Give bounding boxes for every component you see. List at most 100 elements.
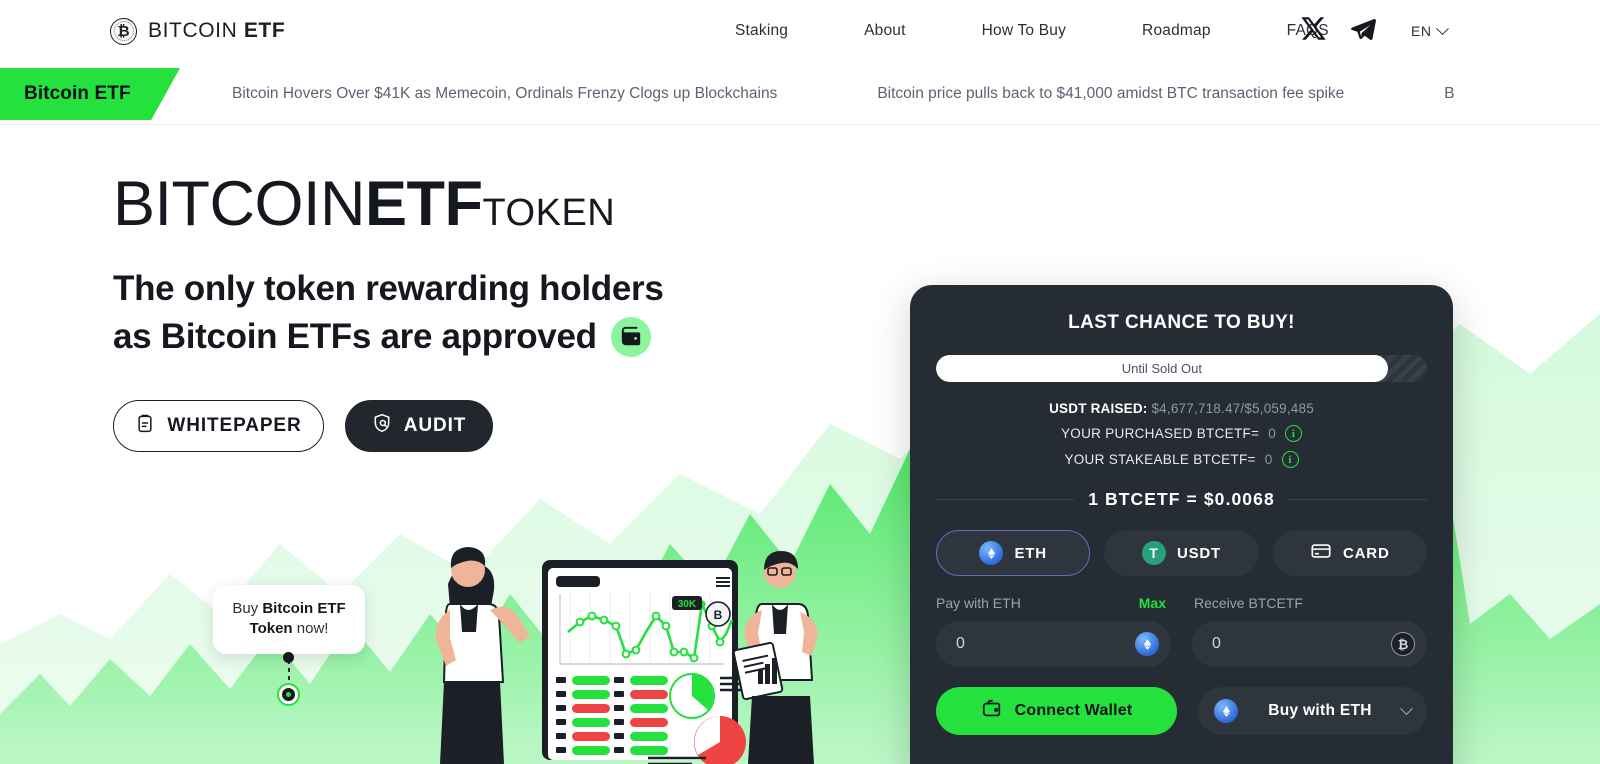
ticker-item[interactable]: Bitcoin price pulls back to $41,000 amid… [877,85,1344,103]
ticker-item-list: Bitcoin Hovers Over $41K as Memecoin, Or… [232,62,1555,124]
receive-amount-field[interactable]: ₿ [1192,621,1427,667]
token-price-value: 1 BTCETF = $0.0068 [1088,489,1275,509]
hero-copy: BITCOINETFTOKEN The only token rewarding… [113,173,664,452]
widget-actions-row: Connect Wallet Buy with ETH [936,687,1427,735]
tab-eth[interactable]: ETH [936,530,1091,576]
language-selector[interactable]: EN [1411,21,1450,39]
chart-peak-label: 30K [678,599,697,610]
header-right-group: EN [1300,15,1450,48]
title-bitcoin: BITCOIN [113,169,366,239]
tooltip-pre: Buy [232,600,263,617]
connect-wallet-label: Connect Wallet [1014,702,1133,719]
hero-illustration: 30K B [435,547,818,764]
nav-item-roadmap[interactable]: Roadmap [1142,22,1211,40]
page-title: BITCOINETFTOKEN [113,173,664,236]
usdt-raised-row: USDT RAISED: $4,677,718.47/$5,059,485 [936,401,1427,416]
logo[interactable]: ₿ BITCOIN ETF [110,17,285,45]
field-labels-row: Pay with ETH Max Receive BTCETF [936,595,1427,611]
connect-wallet-button[interactable]: Connect Wallet [936,687,1177,735]
payment-method-tabs: ETH T USDT CARD [936,530,1427,576]
language-label: EN [1411,23,1432,39]
usdt-coin-icon: T [1141,541,1166,565]
audit-button[interactable]: AUDIT [345,399,493,452]
tab-card-label: CARD [1343,544,1390,562]
sale-progress-bar: Until Sold Out [936,355,1427,382]
divider-left [936,499,1075,500]
bitcoin-glyph: ₿ [117,22,130,40]
logo-text-bitcoin: BITCOIN [148,19,238,42]
stakeable-btcetf-value: 0 [1264,452,1273,467]
shield-search-icon [372,413,392,439]
purchased-btcetf-label: YOUR PURCHASED BTCETF= [1060,426,1260,441]
chart-marker-dot [279,685,298,704]
nav-item-how-to-buy[interactable]: How To Buy [982,22,1066,40]
svg-text:B: B [714,608,723,622]
title-etf: ETF [365,169,483,239]
nav-item-staking[interactable]: Staking [735,22,788,40]
stakeable-btcetf-label: YOUR STAKEABLE BTCETF= [1064,452,1256,467]
eth-coin-icon [1135,632,1159,656]
amount-fields-row: ₿ [936,621,1427,667]
sale-progress-fill: Until Sold Out [936,355,1388,382]
tab-usdt[interactable]: T USDT [1104,530,1259,576]
ticker-item[interactable]: B [1444,85,1454,103]
chevron-down-icon [1436,21,1450,35]
tab-eth-label: ETH [1014,544,1047,562]
hero-subtitle-line2: as Bitcoin ETFs are approved [113,317,597,357]
sale-progress-label: Until Sold Out [1121,361,1202,376]
buy-token-tooltip: Buy Bitcoin ETF Token now! [213,585,365,654]
token-price-row: 1 BTCETF = $0.0068 [936,489,1427,510]
pay-field-label: Pay with ETH [936,595,1021,611]
news-ticker-bar: Bitcoin ETF Bitcoin Hovers Over $41K as … [0,62,1600,125]
info-icon[interactable]: i [1281,451,1299,468]
audit-button-label: AUDIT [403,414,467,436]
btcetf-coin-icon: ₿ [1391,632,1415,656]
divider-right [1288,499,1427,500]
chevron-down-icon [1400,701,1413,715]
nav-item-about[interactable]: About [864,22,906,40]
purchased-btcetf-row: YOUR PURCHASED BTCETF= 0 i [936,425,1427,442]
telegram-icon[interactable] [1349,15,1377,48]
tab-usdt-label: USDT [1176,544,1222,562]
eth-coin-icon [979,541,1004,565]
buy-with-eth-dropdown[interactable]: Buy with ETH [1198,687,1427,735]
buy-with-eth-label: Buy with ETH [1268,702,1372,719]
wallet-icon [981,698,1003,725]
logo-text: BITCOIN ETF [148,19,285,43]
info-icon[interactable]: i [1285,425,1303,442]
purchased-btcetf-value: 0 [1268,426,1277,441]
ticker-brand-label: Bitcoin ETF [24,83,131,104]
hero-button-row: WHITEPAPER AUDIT [113,399,664,452]
illustration-person-left [435,547,530,764]
receive-field-label: Receive BTCETF [1194,595,1303,611]
whitepaper-button[interactable]: WHITEPAPER [113,399,324,452]
site-header: ₿ BITCOIN ETF Staking About How To Buy R… [0,0,1600,62]
tooltip-post: now! [292,620,329,638]
twitter-x-icon[interactable] [1300,15,1327,47]
illustration-dashboard: 30K B [542,560,764,764]
bitcoin-coin-icon: ₿ [110,17,137,45]
wallet-icon [610,317,651,358]
ticker-brand-badge: Bitcoin ETF [0,68,180,120]
tooltip-anchor-dot [283,652,294,663]
hero-subtitle-line1: The only token rewarding holders [113,269,664,308]
eth-coin-icon [1214,699,1238,723]
logo-text-etf: ETF [243,19,286,42]
pay-amount-field[interactable] [936,621,1171,667]
ticker-item[interactable]: Bitcoin Hovers Over $41K as Memecoin, Or… [232,85,777,103]
max-button[interactable]: Max [1139,595,1166,611]
usdt-raised-label: USDT RAISED: [1049,401,1148,416]
tab-card[interactable]: CARD [1272,530,1427,576]
clipboard-icon [135,413,155,439]
main-navigation: Staking About How To Buy Roadmap FAQS [735,22,1329,40]
whitepaper-button-label: WHITEPAPER [167,414,302,436]
hero-section: BITCOINETFTOKEN The only token rewarding… [0,125,1600,764]
usdt-raised-value: $4,677,718.47/$5,059,485 [1151,401,1314,416]
purchase-widget: LAST CHANCE TO BUY! Until Sold Out USDT … [910,285,1453,764]
stakeable-btcetf-row: YOUR STAKEABLE BTCETF= 0 i [936,451,1427,468]
widget-title: LAST CHANCE TO BUY! [1068,312,1295,333]
credit-card-icon [1310,540,1332,566]
illustration-person-right [732,551,818,764]
title-token: TOKEN [482,192,616,234]
hero-subtitle: The only token rewarding holders as Bitc… [113,265,664,362]
